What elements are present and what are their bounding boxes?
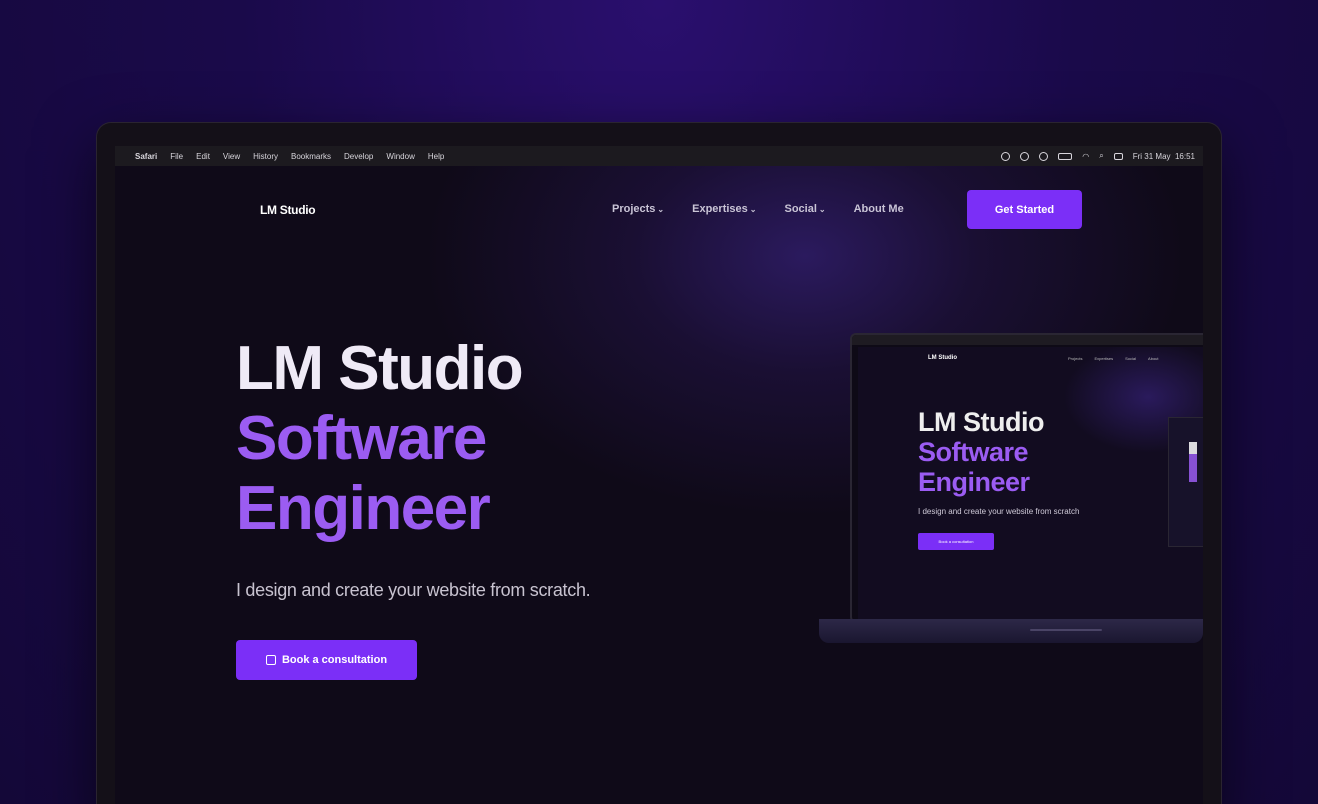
preview-laptop-screen: LM Studio Projects Expertises Social Abo… <box>850 333 1203 623</box>
book-consultation-label: Book a consultation <box>281 654 388 666</box>
book-consultation-button[interactable]: Book a consultation <box>236 640 417 680</box>
menu-app-name[interactable]: Safari <box>135 152 157 161</box>
menu-view[interactable]: View <box>223 152 240 161</box>
menu-edit[interactable]: Edit <box>196 152 210 161</box>
chevron-down-icon: ⌄ <box>657 205 665 214</box>
hero-line-3: Engineer <box>236 474 491 543</box>
laptop-frame: Safari File Edit View History Bookmarks … <box>97 123 1221 804</box>
menu-file[interactable]: File <box>170 152 183 161</box>
search-icon[interactable]: ⌕ <box>1099 151 1103 161</box>
hero-subtitle: I design and create your website from sc… <box>236 580 591 600</box>
preview-nested-title <box>1189 442 1197 482</box>
chevron-down-icon: ⌄ <box>749 205 757 214</box>
wifi-icon[interactable]: ◠ <box>1082 152 1089 161</box>
nav-projects-label: Projects <box>612 203 656 215</box>
preview-nav: Projects Expertises Social About <box>1068 356 1159 361</box>
preview-nested-screen <box>1168 417 1203 547</box>
preview-page: LM Studio Projects Expertises Social Abo… <box>858 347 1203 621</box>
menu-develop[interactable]: Develop <box>344 152 373 161</box>
nav-about[interactable]: About Me <box>854 203 904 215</box>
nav-social-label: Social <box>784 203 817 215</box>
hero-line-2: Software <box>236 404 487 473</box>
nav-links: Projects ⌄ Expertises ⌄ Social ⌄ About Me <box>612 203 932 215</box>
preview-title-2: Software <box>918 437 1029 467</box>
clock[interactable]: Fri 31 May 16:51 <box>1133 152 1195 161</box>
browser-screen: Safari File Edit View History Bookmarks … <box>115 146 1203 804</box>
preview-nav-projects: Projects <box>1068 356 1083 361</box>
control-center-icon[interactable] <box>1113 152 1123 160</box>
preview-subtitle: I design and create your website from sc… <box>918 507 1080 516</box>
preview-menubar <box>852 335 1203 345</box>
status-icon[interactable] <box>1001 151 1011 161</box>
preview-logo: LM Studio <box>928 355 957 361</box>
mac-menubar: Safari File Edit View History Bookmarks … <box>115 146 1203 166</box>
site-logo[interactable]: LM Studio <box>260 203 316 217</box>
menu-window[interactable]: Window <box>386 152 414 161</box>
preview-button: Book a consultation <box>918 533 994 550</box>
hero-title: LM Studio Software Engineer <box>236 334 524 544</box>
site-navbar: LM Studio Projects ⌄ Expertises ⌄ Social ⌄ … <box>115 190 1203 230</box>
mic-icon[interactable] <box>1020 151 1030 161</box>
get-started-button[interactable]: Get Started <box>967 190 1082 229</box>
preview-nav-expertises: Expertises <box>1094 356 1114 361</box>
calendar-icon <box>265 655 276 665</box>
preview-nav-about: About <box>1148 356 1159 361</box>
chevron-down-icon: ⌄ <box>818 205 826 214</box>
hero-line-1: LM Studio <box>236 334 524 403</box>
preview-nav-social: Social <box>1125 356 1137 361</box>
nav-expertises-label: Expertises <box>692 203 748 215</box>
menu-help[interactable]: Help <box>428 152 444 161</box>
menu-bookmarks[interactable]: Bookmarks <box>291 152 331 161</box>
media-icon[interactable] <box>1039 151 1049 161</box>
nav-expertises[interactable]: Expertises ⌄ <box>692 203 756 215</box>
preview-laptop-base <box>819 619 1203 643</box>
battery-icon[interactable] <box>1058 152 1073 160</box>
preview-title: LM Studio Software Engineer <box>918 407 1044 497</box>
preview-title-3: Engineer <box>918 467 1030 497</box>
preview-title-1: LM Studio <box>918 407 1044 437</box>
preview-laptop-notch <box>1030 629 1102 631</box>
nav-social[interactable]: Social ⌄ <box>784 203 825 215</box>
status-area: ◠ ⌕ Fri 31 May 16:51 <box>1001 151 1195 161</box>
menu-history[interactable]: History <box>253 152 278 161</box>
nav-projects[interactable]: Projects ⌄ <box>612 203 664 215</box>
